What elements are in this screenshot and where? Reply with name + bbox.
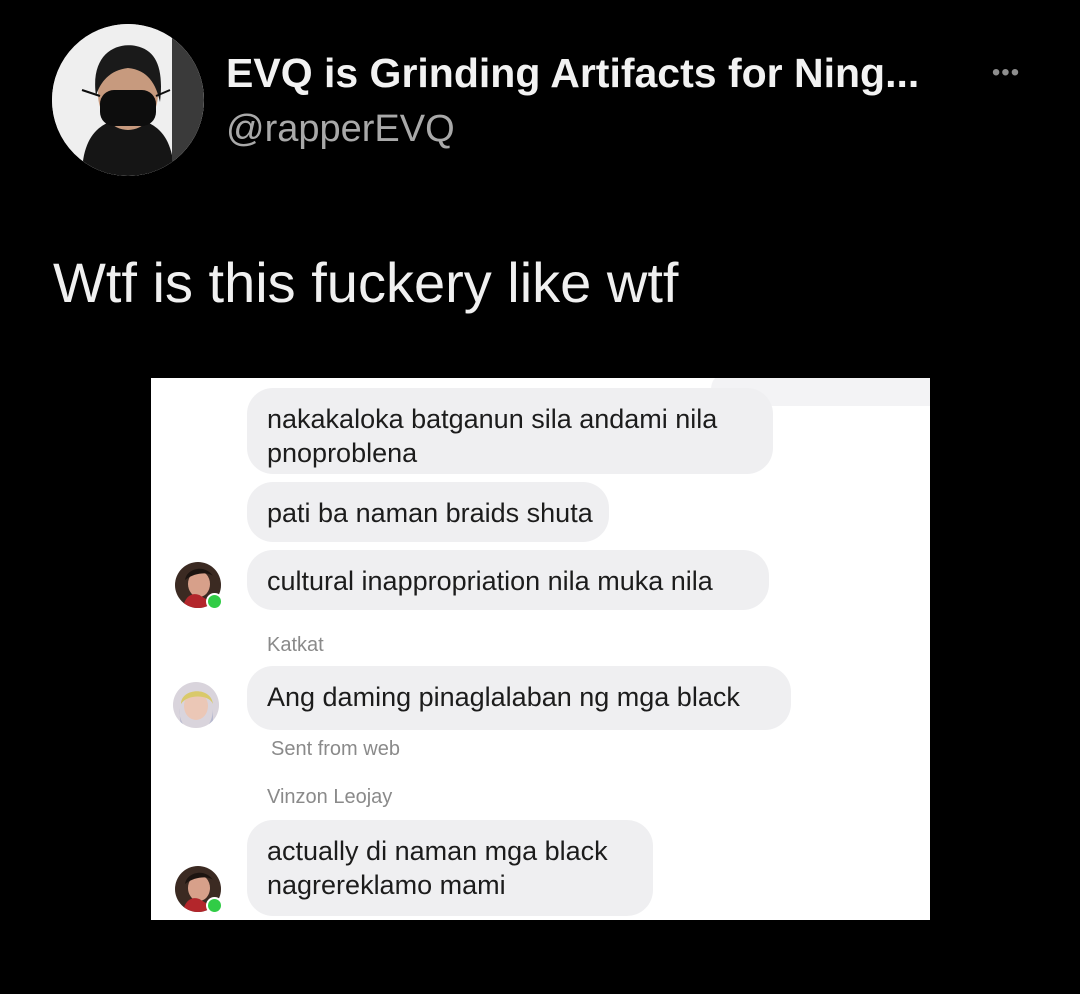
sender-name: Katkat	[267, 634, 324, 656]
chat-bubble: pati ba naman braids shuta	[247, 482, 609, 542]
more-horizontal-icon: •••	[991, 59, 1021, 86]
sender-avatar	[173, 682, 219, 728]
online-status-dot	[206, 897, 223, 914]
avatar-photo	[173, 682, 219, 728]
profile-avatar[interactable]	[52, 24, 204, 176]
user-handle[interactable]: @rapperEVQ	[226, 108, 455, 151]
sent-from-label: Sent from web	[271, 738, 400, 760]
sender-name: Vinzon Leojay	[267, 786, 393, 808]
sender-avatar	[175, 866, 223, 914]
more-options-button[interactable]: •••	[986, 58, 1026, 88]
attached-chat-screenshot[interactable]: nakakaloka batganun sila andami nila pno…	[151, 378, 930, 920]
display-name[interactable]: EVQ is Grinding Artifacts for Ning...	[226, 50, 919, 97]
online-status-dot	[206, 593, 223, 610]
sender-avatar	[175, 562, 223, 610]
chat-bubble: nakakaloka batganun sila andami nila pno…	[247, 388, 773, 474]
chat-bubble: actually di naman mga black nagrereklamo…	[247, 820, 653, 916]
profile-photo	[52, 24, 204, 176]
tweet-text: Wtf is this fuckery like wtf	[53, 251, 679, 314]
chat-bubble: cultural inappropriation nila muka nila	[247, 550, 769, 610]
chat-bubble: Ang daming pinaglalaban ng mga black	[247, 666, 791, 730]
